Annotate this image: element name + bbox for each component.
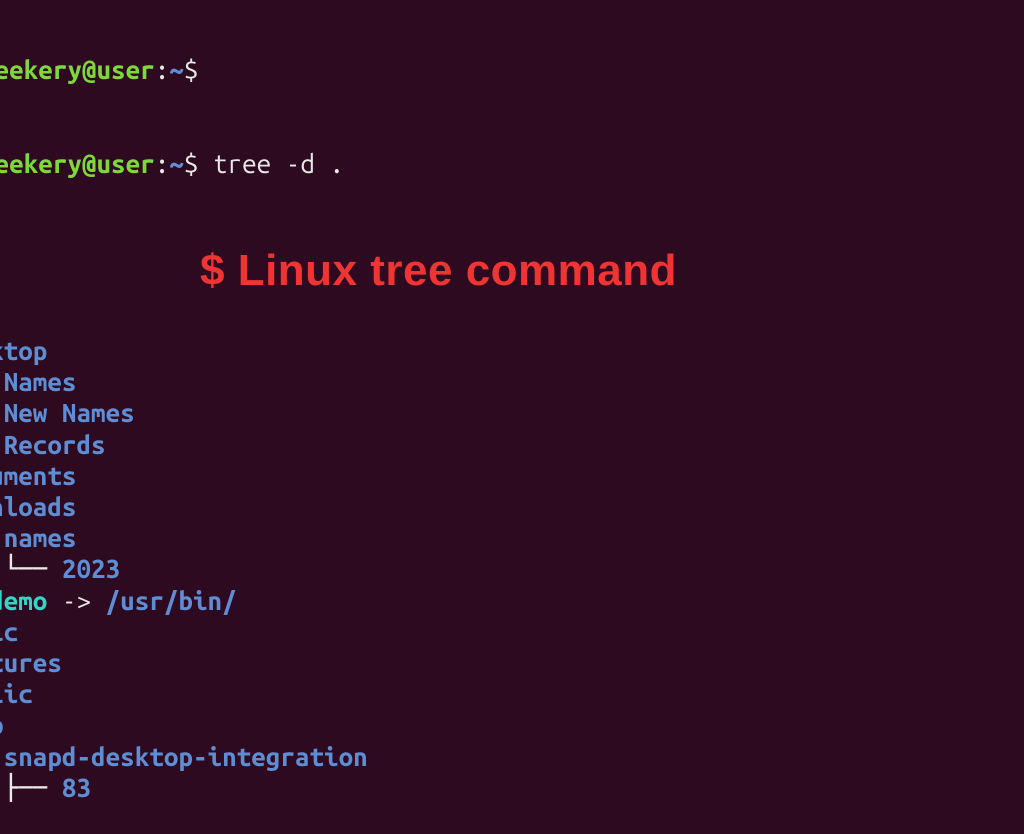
directory-name: ictures <box>0 648 62 677</box>
tree-entry: s_demo -> /usr/bin/ <box>0 585 1024 616</box>
tree-entry: ── Names <box>0 366 1024 397</box>
directory-name: 2023 <box>62 554 120 583</box>
prompt-separator: : <box>155 55 170 84</box>
symlink-arrow: -> <box>47 586 105 615</box>
directory-name: s_demo <box>0 586 47 615</box>
prompt-symbol: $ <box>184 149 199 178</box>
tree-entry: ── snapd-desktop-integration <box>0 741 1024 772</box>
tree-entry: ocuments <box>0 460 1024 491</box>
terminal[interactable]: geekery@user:~$ geekery@user:~$ tree -d … <box>0 0 1024 834</box>
directory-name: Records <box>4 430 106 459</box>
directory-name: ublic <box>0 679 33 708</box>
directory-name: Names <box>4 367 77 396</box>
command-text: tree -d . <box>213 149 344 178</box>
tree-entry: esktop <box>0 335 1024 366</box>
prompt-separator-2: : <box>155 149 170 178</box>
tree-entry: nap <box>0 709 1024 740</box>
tree-entry: usic <box>0 616 1024 647</box>
directory-name: ocuments <box>0 461 76 490</box>
prompt-user-cropped: geekery@user <box>0 55 155 84</box>
tree-entry: └── 2023 <box>0 553 1024 584</box>
directory-name: 83 <box>62 773 91 802</box>
tree-branch: ├── <box>0 773 62 802</box>
tree-entry: ownloads <box>0 491 1024 522</box>
directory-name: usic <box>0 617 18 646</box>
prompt-symbol-prev: $ <box>184 55 199 84</box>
directory-name: ownloads <box>0 492 76 521</box>
prompt-user: geekery@user <box>0 149 155 178</box>
blank-line <box>0 242 1024 273</box>
tree-branch: └── <box>0 554 62 583</box>
directory-name: snapd-desktop-integration <box>4 742 368 771</box>
tree-entry: ublic <box>0 678 1024 709</box>
directory-name: esktop <box>0 336 47 365</box>
tree-entry: ── New Names <box>0 397 1024 428</box>
prompt-path-2: ~ <box>169 149 184 178</box>
tree-entry: ── Records <box>0 429 1024 460</box>
symlink-target: /usr/bin/ <box>106 586 237 615</box>
directory-name: nap <box>0 710 4 739</box>
tree-output: esktop── Names── New Names── Recordsocum… <box>0 335 1024 803</box>
tree-entry: ictures <box>0 647 1024 678</box>
tree-entry: ├── 83 <box>0 772 1024 803</box>
prompt-path: ~ <box>169 55 184 84</box>
command-prompt-line: geekery@user:~$ tree -d . <box>0 148 1024 179</box>
directory-name: New Names <box>4 398 135 427</box>
previous-prompt-line: geekery@user:~$ <box>0 54 1024 85</box>
